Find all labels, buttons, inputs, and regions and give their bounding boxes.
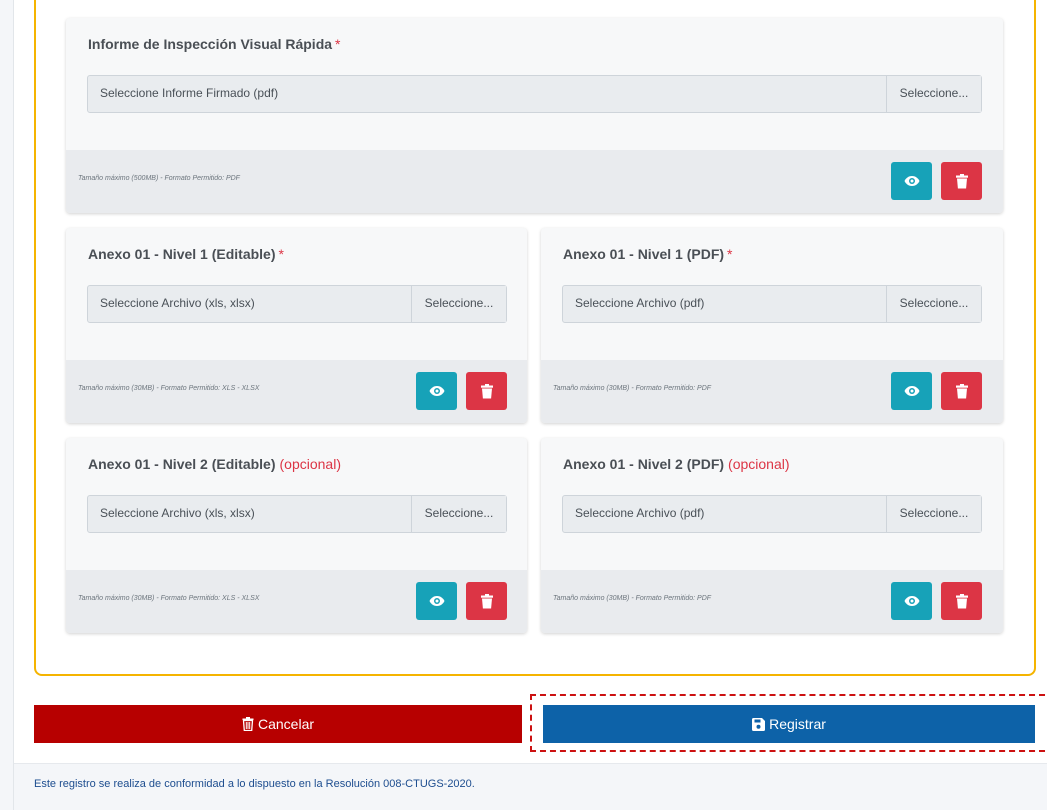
optional-label: (opcional) <box>728 456 790 472</box>
anexo-upload-card: Anexo 01 - Nivel 2 (PDF) (opcional) Selec… <box>541 438 1003 633</box>
eye-icon <box>429 386 444 396</box>
eye-icon <box>904 596 919 606</box>
card-title: Anexo 01 - Nivel 2 (Editable) (opcional) <box>88 456 341 472</box>
trash-icon <box>955 173 968 188</box>
view-button[interactable] <box>416 582 457 620</box>
informe-upload-card: Informe de Inspección Visual Rápida * Sel… <box>66 18 1003 213</box>
footer-limits-text: Tamaño máximo (30MB) - Formato Permitido… <box>78 595 260 602</box>
card-footer: Tamaño máximo (30MB) - Formato Permitido… <box>66 360 527 423</box>
browse-button[interactable]: Seleccione... <box>886 76 981 112</box>
trash-icon <box>480 593 493 608</box>
view-button[interactable] <box>891 372 932 410</box>
browse-button[interactable]: Seleccione... <box>411 286 506 322</box>
card-footer: Tamaño máximo (30MB) - Formato Permitido… <box>541 570 1003 633</box>
trash-icon <box>955 593 968 608</box>
trash-icon <box>242 717 254 731</box>
required-mark: * <box>335 36 341 52</box>
trash-icon <box>955 383 968 398</box>
card-title: Informe de Inspección Visual Rápida * <box>88 36 341 52</box>
file-input-placeholder: Seleccione Archivo (pdf) <box>575 296 705 310</box>
card-title: Anexo 01 - Nivel 1 (Editable) * <box>88 246 284 262</box>
card-title: Anexo 01 - Nivel 2 (PDF) (opcional) <box>563 456 790 472</box>
delete-button[interactable] <box>941 162 982 200</box>
anexo-file-input[interactable]: Seleccione Archivo (pdf) Seleccione... <box>562 495 982 533</box>
anexo-upload-card: Anexo 01 - Nivel 2 (Editable) (opcional) … <box>66 438 527 633</box>
informe-file-input[interactable]: Seleccione Informe Firmado (pdf) Selecci… <box>87 75 982 113</box>
anexo-file-input[interactable]: Seleccione Archivo (xls, xlsx) Seleccion… <box>87 495 507 533</box>
anexo-file-input[interactable]: Seleccione Archivo (pdf) Seleccione... <box>562 285 982 323</box>
file-input-placeholder: Seleccione Archivo (pdf) <box>575 506 705 520</box>
browse-button[interactable]: Seleccione... <box>886 286 981 322</box>
page-left-edge <box>0 0 14 810</box>
footer-limits-text: Tamaño máximo (30MB) - Formato Permitido… <box>553 385 712 392</box>
required-mark: * <box>727 246 733 262</box>
register-label: Registrar <box>769 716 826 732</box>
footer-limits-text: Tamaño máximo (30MB) - Formato Permitido… <box>78 385 260 392</box>
cancel-label: Cancelar <box>257 716 315 732</box>
legal-note: Este registro se realiza de conformidad … <box>34 778 475 790</box>
register-button[interactable]: Registrar <box>543 705 1035 743</box>
view-button[interactable] <box>891 162 932 200</box>
file-input-placeholder: Seleccione Archivo (xls, xlsx) <box>100 506 255 520</box>
delete-button[interactable] <box>466 582 507 620</box>
trash-icon <box>480 383 493 398</box>
card-title: Anexo 01 - Nivel 1 (PDF) * <box>563 246 733 262</box>
footer-limits-text: Tamaño máximo (30MB) - Formato Permitido… <box>553 595 712 602</box>
view-button[interactable] <box>891 582 932 620</box>
delete-button[interactable] <box>941 372 982 410</box>
card-footer: Tamaño máximo (30MB) - Formato Permitido… <box>66 570 527 633</box>
browse-button[interactable]: Seleccione... <box>886 496 981 532</box>
delete-button[interactable] <box>466 372 507 410</box>
required-mark: * <box>278 246 284 262</box>
delete-button[interactable] <box>941 582 982 620</box>
card-footer: Tamaño máximo (30MB) - Formato Permitido… <box>541 360 1003 423</box>
eye-icon <box>904 176 919 186</box>
anexo-upload-card: Anexo 01 - Nivel 1 (PDF) * Seleccione Arc… <box>541 228 1003 423</box>
card-footer: Tamaño máximo (500MB) - Formato Permitid… <box>66 150 1003 213</box>
file-input-placeholder: Seleccione Informe Firmado (pdf) <box>100 86 279 100</box>
optional-label: (opcional) <box>279 456 341 472</box>
anexo-upload-card: Anexo 01 - Nivel 1 (Editable) * Seleccion… <box>66 228 527 423</box>
eye-icon <box>429 596 444 606</box>
browse-button[interactable]: Seleccione... <box>411 496 506 532</box>
footer-limits-text: Tamaño máximo (500MB) - Formato Permitid… <box>78 175 240 182</box>
save-icon <box>752 717 766 731</box>
anexo-file-input[interactable]: Seleccione Archivo (xls, xlsx) Seleccion… <box>87 285 507 323</box>
file-input-placeholder: Seleccione Archivo (xls, xlsx) <box>100 296 255 310</box>
eye-icon <box>904 386 919 396</box>
cancel-button[interactable]: Cancelar <box>34 705 522 743</box>
view-button[interactable] <box>416 372 457 410</box>
